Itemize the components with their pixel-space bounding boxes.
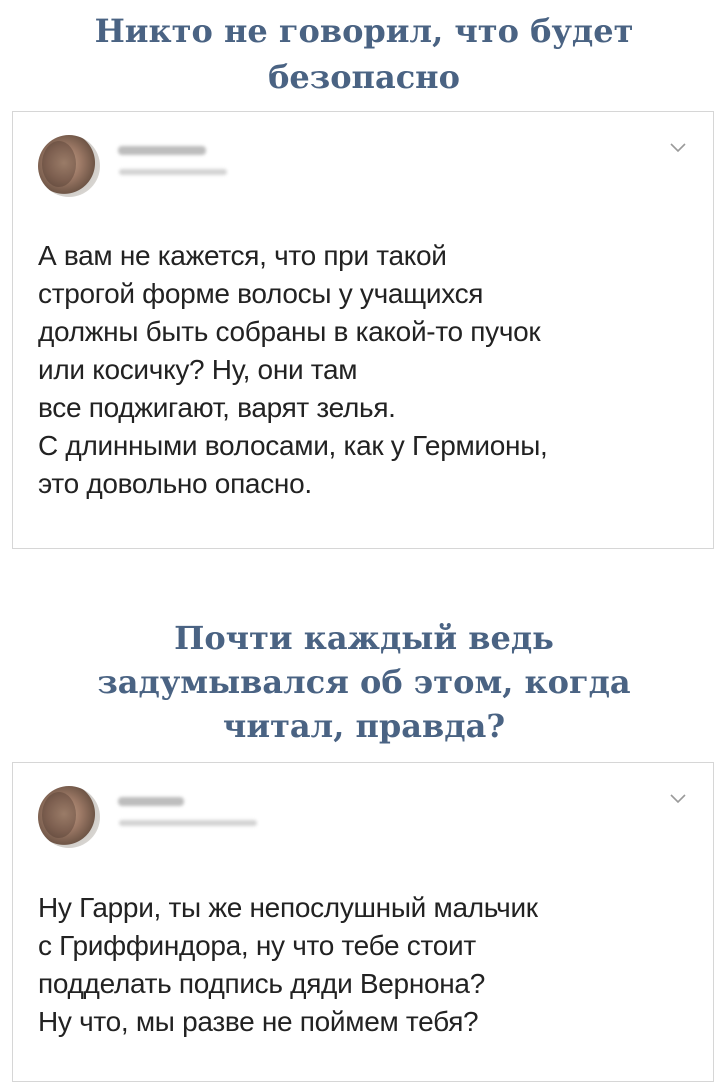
chevron-down-icon[interactable]: [669, 142, 687, 154]
blurred-author-name: [118, 797, 184, 806]
tweet-card-1: А вам не кажется, что при такой строгой …: [12, 111, 714, 549]
blurred-author-name: [118, 146, 206, 155]
tweet-card-2: Ну Гарри, ты же непослушный мальчик с Гр…: [12, 762, 714, 1082]
tweet-text: Ну Гарри, ты же непослушный мальчик с Гр…: [38, 892, 538, 1037]
blurred-author-handle: [119, 169, 227, 175]
author-avatar[interactable]: [38, 786, 100, 848]
post-2-heading: Почти каждый ведь задумывался об этом, к…: [97, 619, 631, 745]
blurred-author-handle: [119, 820, 257, 826]
tweet-text: А вам не кажется, что при такой строгой …: [38, 240, 548, 499]
post-1-heading: Никто не говорил, что будет безопасно: [94, 12, 634, 96]
chevron-down-icon[interactable]: [669, 793, 687, 805]
author-avatar[interactable]: [38, 135, 100, 197]
